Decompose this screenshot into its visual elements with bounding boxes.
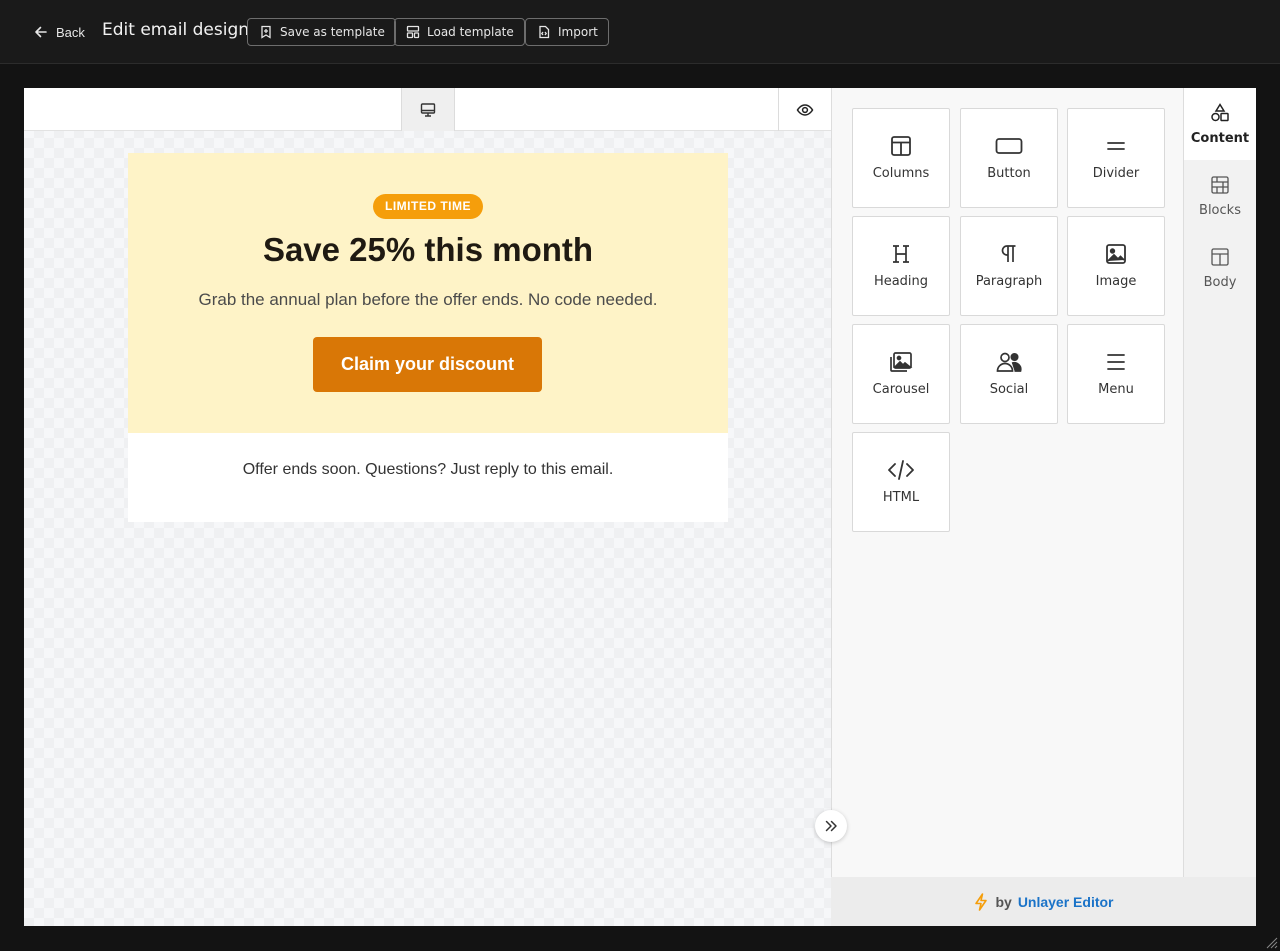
save-as-template-button[interactable]: Save as template <box>247 18 396 46</box>
tool-social[interactable]: Social <box>960 324 1058 424</box>
email-footer-section[interactable]: Offer ends soon. Questions? Just reply t… <box>128 433 728 522</box>
image-icon <box>1068 242 1164 266</box>
menu-icon <box>1068 350 1164 374</box>
bolt-icon <box>975 892 988 911</box>
tool-columns[interactable]: Columns <box>852 108 950 208</box>
tool-label: Image <box>1095 274 1137 289</box>
page-title: Edit email design <box>102 20 250 40</box>
social-icon <box>961 350 1057 374</box>
chevrons-right-icon <box>825 820 837 832</box>
tool-divider[interactable]: Divider <box>1067 108 1165 208</box>
preview-button[interactable] <box>778 88 831 131</box>
limited-time-badge: LIMITED TIME <box>373 194 483 219</box>
tab-label: Content <box>1190 131 1250 146</box>
load-template-button[interactable]: Load template <box>394 18 525 46</box>
tool-label: Heading <box>873 274 929 289</box>
columns-icon <box>853 134 949 158</box>
tool-label: Menu <box>1098 382 1134 397</box>
tool-label: Social <box>989 382 1029 397</box>
claim-discount-button[interactable]: Claim your discount <box>313 337 542 392</box>
code-icon <box>853 458 949 482</box>
tool-menu[interactable]: Menu <box>1067 324 1165 424</box>
email-canvas[interactable]: LIMITED TIME Save 25% this month Grab th… <box>24 88 831 926</box>
bookmark-icon <box>261 25 271 39</box>
file-code-icon <box>539 25 550 39</box>
carousel-icon <box>853 350 949 374</box>
tool-label: Columns <box>872 166 930 181</box>
tool-paragraph[interactable]: Paragraph <box>960 216 1058 316</box>
tool-html[interactable]: HTML <box>852 432 950 532</box>
email-subtext: Grab the annual plan before the offer en… <box>198 290 658 309</box>
paragraph-icon <box>961 242 1057 266</box>
unlayer-editor-link[interactable]: Unlayer Editor <box>1018 894 1114 910</box>
arrow-left-icon <box>35 26 47 38</box>
import-button[interactable]: Import <box>525 18 609 46</box>
layout-template-icon <box>406 25 420 39</box>
canvas-toolbar <box>24 88 831 131</box>
save-as-template-label: Save as template <box>280 25 385 39</box>
desktop-view-button[interactable] <box>401 88 455 131</box>
tool-heading[interactable]: Heading <box>852 216 950 316</box>
branding-footer: by Unlayer Editor <box>831 877 1256 926</box>
tool-label: Paragraph <box>975 274 1043 289</box>
email-footer-text: Offer ends soon. Questions? Just reply t… <box>242 461 614 478</box>
email-hero-section[interactable]: LIMITED TIME Save 25% this month Grab th… <box>128 153 728 433</box>
side-tabs: Content Blocks Body <box>1184 88 1256 877</box>
eye-icon <box>796 103 814 116</box>
button-icon <box>961 134 1057 158</box>
heading-icon <box>853 242 949 266</box>
tab-blocks[interactable]: Blocks <box>1184 160 1256 232</box>
load-template-label: Load template <box>427 25 514 39</box>
body-layout-icon <box>1184 246 1256 268</box>
tool-carousel[interactable]: Carousel <box>852 324 950 424</box>
divider-icon <box>1068 134 1164 158</box>
content-tools-panel: Columns Button Divider Heading Paragraph… <box>831 88 1184 877</box>
email-headline: Save 25% this month <box>262 231 594 268</box>
tool-label: Carousel <box>872 382 930 397</box>
tool-label: HTML <box>882 490 920 505</box>
tab-content[interactable]: Content <box>1184 88 1256 160</box>
tool-button[interactable]: Button <box>960 108 1058 208</box>
back-button[interactable]: Back <box>34 22 85 42</box>
tab-body[interactable]: Body <box>1184 232 1256 304</box>
collapse-panel-button[interactable] <box>815 810 847 842</box>
tool-label: Divider <box>1092 166 1140 181</box>
back-label: Back <box>56 24 85 40</box>
tab-label: Body <box>1203 275 1237 290</box>
tool-image[interactable]: Image <box>1067 216 1165 316</box>
branding-by: by <box>995 893 1012 910</box>
desktop-icon <box>420 102 436 117</box>
tool-label: Button <box>987 166 1031 181</box>
tab-label: Blocks <box>1199 203 1241 218</box>
import-label: Import <box>558 25 598 39</box>
blocks-icon <box>1184 174 1256 196</box>
top-bar: Back Edit email design Save as template … <box>0 0 1280 64</box>
shapes-icon <box>1184 102 1256 124</box>
resize-handle-icon[interactable] <box>1264 935 1278 949</box>
